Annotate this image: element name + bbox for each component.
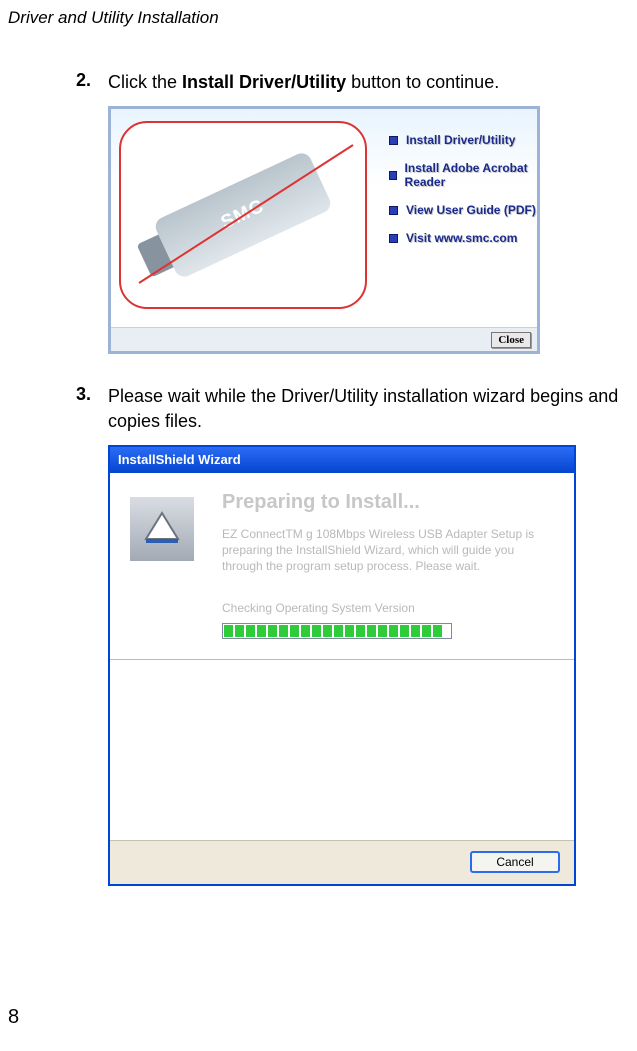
progress-segment <box>345 625 354 637</box>
menu-label: Install Driver/Utility <box>406 133 515 147</box>
step-text: Click the Install Driver/Utility button … <box>108 70 499 94</box>
wizard-status: Checking Operating System Version <box>222 600 554 616</box>
bullet-icon <box>389 171 397 180</box>
page-header: Driver and Utility Installation <box>8 8 219 28</box>
progress-segment <box>257 625 266 637</box>
wizard-footer: Cancel <box>110 840 574 884</box>
menu-install-acrobat[interactable]: Install Adobe Acrobat Reader <box>389 161 537 189</box>
autorun-footer: Close <box>111 327 537 351</box>
progress-segment <box>422 625 431 637</box>
autorun-window: SMC Install Driver/Utility Install Adobe… <box>108 106 540 354</box>
progress-segment <box>224 625 233 637</box>
cancel-button[interactable]: Cancel <box>470 851 560 873</box>
progress-segment <box>268 625 277 637</box>
progress-segment <box>433 625 442 637</box>
bullet-icon <box>389 136 398 145</box>
step2-post: button to continue. <box>346 72 499 92</box>
menu-label: Visit www.smc.com <box>406 231 517 245</box>
step2-pre: Click the <box>108 72 182 92</box>
bullet-icon <box>389 234 398 243</box>
progress-segment <box>323 625 332 637</box>
wizard-heading: Preparing to Install... <box>222 489 554 516</box>
progress-segment <box>378 625 387 637</box>
wizard-text-block: Preparing to Install... EZ ConnectTM g 1… <box>222 489 554 639</box>
progress-segment <box>301 625 310 637</box>
progress-segment <box>312 625 321 637</box>
progress-segment <box>334 625 343 637</box>
menu-view-guide[interactable]: View User Guide (PDF) <box>389 203 537 217</box>
step-2: 2. Click the Install Driver/Utility butt… <box>76 70 637 94</box>
bullet-icon <box>389 206 398 215</box>
progress-segment <box>400 625 409 637</box>
progress-segment <box>279 625 288 637</box>
menu-visit-site[interactable]: Visit www.smc.com <box>389 231 537 245</box>
step-text: Please wait while the Driver/Utility ins… <box>108 384 637 433</box>
installer-icon <box>130 497 194 561</box>
progress-segment <box>246 625 255 637</box>
usb-panel-highlight: SMC <box>119 121 367 309</box>
main-content: 2. Click the Install Driver/Utility butt… <box>76 70 637 886</box>
progress-bar <box>222 623 452 639</box>
autorun-body: SMC Install Driver/Utility Install Adobe… <box>111 109 537 327</box>
progress-segment <box>367 625 376 637</box>
window-titlebar: InstallShield Wizard <box>110 447 574 473</box>
wizard-body-text: EZ ConnectTM g 108Mbps Wireless USB Adap… <box>222 526 554 575</box>
progress-segment <box>411 625 420 637</box>
progress-segment <box>356 625 365 637</box>
step-number: 3. <box>76 384 98 433</box>
autorun-menu: Install Driver/Utility Install Adobe Acr… <box>389 133 537 259</box>
wizard-screenshot: InstallShield Wizard Preparing to Instal… <box>108 445 637 886</box>
progress-segment <box>389 625 398 637</box>
step-3: 3. Please wait while the Driver/Utility … <box>76 384 637 433</box>
wizard-header-panel: Preparing to Install... EZ ConnectTM g 1… <box>110 473 574 660</box>
close-button[interactable]: Close <box>491 332 531 348</box>
menu-label: Install Adobe Acrobat Reader <box>405 161 537 189</box>
menu-label: View User Guide (PDF) <box>406 203 536 217</box>
menu-install-driver[interactable]: Install Driver/Utility <box>389 133 537 147</box>
progress-segment <box>290 625 299 637</box>
cross-out-icon <box>121 123 369 311</box>
wizard-content-area <box>110 660 574 840</box>
page-number: 8 <box>8 1006 19 1029</box>
progress-segment <box>235 625 244 637</box>
step-number: 2. <box>76 70 98 94</box>
installshield-window: InstallShield Wizard Preparing to Instal… <box>108 445 576 886</box>
autorun-screenshot: SMC Install Driver/Utility Install Adobe… <box>108 106 637 354</box>
step2-bold: Install Driver/Utility <box>182 72 346 92</box>
